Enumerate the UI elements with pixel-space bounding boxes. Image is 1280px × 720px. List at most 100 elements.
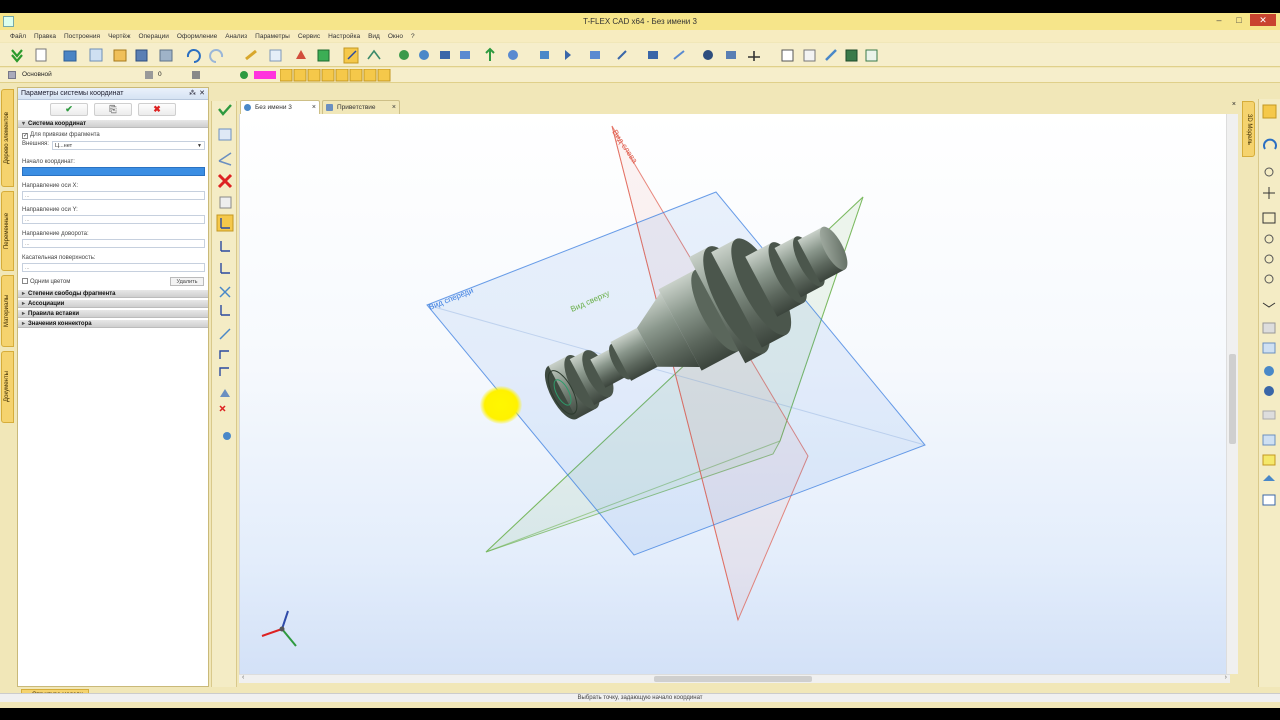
maximize-button[interactable]: □ xyxy=(1230,14,1248,26)
fragment-binding-checkbox[interactable]: ✓ xyxy=(22,133,28,139)
cursor-highlight xyxy=(480,386,522,424)
window-title: T-FLEX CAD x64 - Без имени 3 xyxy=(583,17,697,26)
menu-edit[interactable]: Правка xyxy=(34,33,56,40)
menu-service[interactable]: Сервис xyxy=(298,33,320,40)
rotation-label: Направление доворота: xyxy=(22,231,89,237)
rotation-field[interactable]: ... xyxy=(22,239,205,248)
x-axis-field[interactable]: ... xyxy=(22,191,205,200)
left-dock: Дерево элементов Переменные Материалы До… xyxy=(0,87,16,675)
fragment-binding-label: Для привязки фрагмента xyxy=(30,132,100,138)
external-select[interactable]: Ц...нет ▼ xyxy=(52,141,205,150)
tab-label: Без имени 3 xyxy=(255,104,292,111)
origin-field[interactable] xyxy=(22,167,205,176)
close-button[interactable]: ✕ xyxy=(1250,14,1276,26)
app-window: T-FLEX CAD x64 - Без имени 3 – □ ✕ Файл … xyxy=(0,13,1280,708)
section-associations[interactable]: ▸ Ассоциации xyxy=(18,299,208,308)
close-tab-icon[interactable]: × xyxy=(392,101,396,114)
cancel-button[interactable]: ✖ xyxy=(138,103,176,116)
tangent-field[interactable]: ... xyxy=(22,263,205,272)
section-coordinate-system[interactable]: ▾ Система координат xyxy=(18,119,208,128)
lock-icon xyxy=(192,71,200,79)
scroll-left-icon[interactable]: ‹ xyxy=(242,674,244,681)
status-bar: Выбрать точку, задающую начало координат xyxy=(0,693,1280,702)
tab-variables[interactable]: Переменные xyxy=(1,191,14,271)
section-title: Ассоциации xyxy=(28,301,65,307)
level-icon xyxy=(145,71,153,79)
plane-front[interactable] xyxy=(426,191,926,556)
copy-button[interactable]: ⎘ xyxy=(94,103,132,116)
title-bar: T-FLEX CAD x64 - Без имени 3 – □ ✕ xyxy=(0,13,1280,30)
tangent-label: Касательная поверхность: xyxy=(22,255,96,261)
section-insert-rules[interactable]: ▸ Правила вставки xyxy=(18,309,208,318)
tab-documents[interactable]: Документы xyxy=(1,351,14,423)
page-icon xyxy=(326,104,333,111)
panel-header: Параметры системы координат ⁂ ✕ xyxy=(18,88,208,100)
y-axis-label: Направление оси Y: xyxy=(22,207,78,213)
horizontal-scrollbar[interactable]: ‹ › xyxy=(239,674,1230,683)
scroll-right-icon[interactable]: › xyxy=(1225,674,1227,681)
right-dock: 3D Модель xyxy=(1240,99,1258,687)
vertical-scrollbar[interactable] xyxy=(1226,114,1238,674)
fragment-binding-row: ✓ Для привязки фрагмента xyxy=(18,131,208,140)
snap-toolbar[interactable] xyxy=(280,69,400,82)
level-input[interactable]: 0 xyxy=(158,70,183,80)
menu-file[interactable]: Файл xyxy=(10,33,26,40)
chevron-down-icon: ▼ xyxy=(197,143,202,149)
document-icon xyxy=(244,104,251,111)
menu-operations[interactable]: Операции xyxy=(138,33,168,40)
menu-view[interactable]: Вид xyxy=(368,33,380,40)
color-swatch[interactable] xyxy=(254,71,276,79)
tab-element-tree[interactable]: Дерево элементов xyxy=(1,89,14,187)
tool-group-construct[interactable] xyxy=(245,47,381,64)
tab-untitled-3[interactable]: Без имени 3 × xyxy=(240,100,320,114)
panel-close-icon[interactable]: ✕ xyxy=(199,88,205,100)
tab-3d-model[interactable]: 3D Модель xyxy=(1242,101,1255,157)
tool-group-operations[interactable] xyxy=(399,47,878,62)
layer-icon xyxy=(8,71,16,79)
3d-viewport[interactable]: Вид спереди Вид слева Вид сверху xyxy=(239,114,1230,674)
ok-button[interactable]: ✔ xyxy=(50,103,88,116)
section-title: Значения коннектора xyxy=(28,321,92,327)
tool-group-file[interactable] xyxy=(11,48,173,63)
axes-triad xyxy=(261,610,297,647)
section-connector-values[interactable]: ▸ Значения коннектора xyxy=(18,319,208,328)
menu-parameters[interactable]: Параметры xyxy=(255,33,290,40)
coordinate-tools-strip xyxy=(211,101,237,687)
section-freedom[interactable]: ▸ Степени свободы фрагмента xyxy=(18,289,208,298)
menu-construct[interactable]: Построения xyxy=(64,33,100,40)
one-color-row: Одним цветом Удалить xyxy=(18,276,208,288)
y-axis-field[interactable]: ... xyxy=(22,215,205,224)
close-document-icon[interactable]: × xyxy=(1232,101,1236,108)
minimize-button[interactable]: – xyxy=(1210,14,1228,26)
one-color-checkbox[interactable] xyxy=(22,278,28,284)
app-icon xyxy=(3,16,14,27)
scroll-thumb[interactable] xyxy=(1229,354,1236,444)
menu-help[interactable]: ? xyxy=(411,33,415,40)
menu-settings[interactable]: Настройка xyxy=(328,33,360,40)
layer-select[interactable]: Основной xyxy=(22,70,137,80)
strip-icons[interactable] xyxy=(212,101,238,441)
tab-materials[interactable]: Материалы xyxy=(1,275,14,347)
properties-toolbar: Основной 0 xyxy=(0,68,1280,83)
origin-label: Начало координат: xyxy=(22,159,75,165)
menu-analysis[interactable]: Анализ xyxy=(225,33,247,40)
delete-button[interactable]: Удалить xyxy=(170,277,204,286)
toolbar-icons xyxy=(11,47,878,64)
menu-bar: Файл Правка Построения Чертёж Операции О… xyxy=(0,30,1280,42)
tool-group-undo[interactable] xyxy=(186,49,224,63)
tab-welcome[interactable]: Приветствие × xyxy=(322,100,400,114)
section-title: Система координат xyxy=(28,121,87,127)
menu-window[interactable]: Окно xyxy=(388,33,403,40)
pin-icon[interactable]: ⁂ xyxy=(189,88,196,100)
view-icons[interactable] xyxy=(1259,99,1280,519)
window-controls: – □ ✕ xyxy=(1210,14,1276,26)
visibility-icon[interactable] xyxy=(240,71,248,79)
menu-drawing[interactable]: Чертёж xyxy=(108,33,130,40)
menu-design[interactable]: Оформление xyxy=(177,33,217,40)
tab-label: Приветствие xyxy=(337,104,376,111)
model-scene: Вид спереди Вид слева Вид сверху xyxy=(261,125,926,647)
close-tab-icon[interactable]: × xyxy=(312,101,316,114)
document-tabs: Без имени 3 × Приветствие × × xyxy=(238,99,1240,114)
scroll-thumb[interactable] xyxy=(654,676,812,682)
one-color-label: Одним цветом xyxy=(30,279,71,285)
